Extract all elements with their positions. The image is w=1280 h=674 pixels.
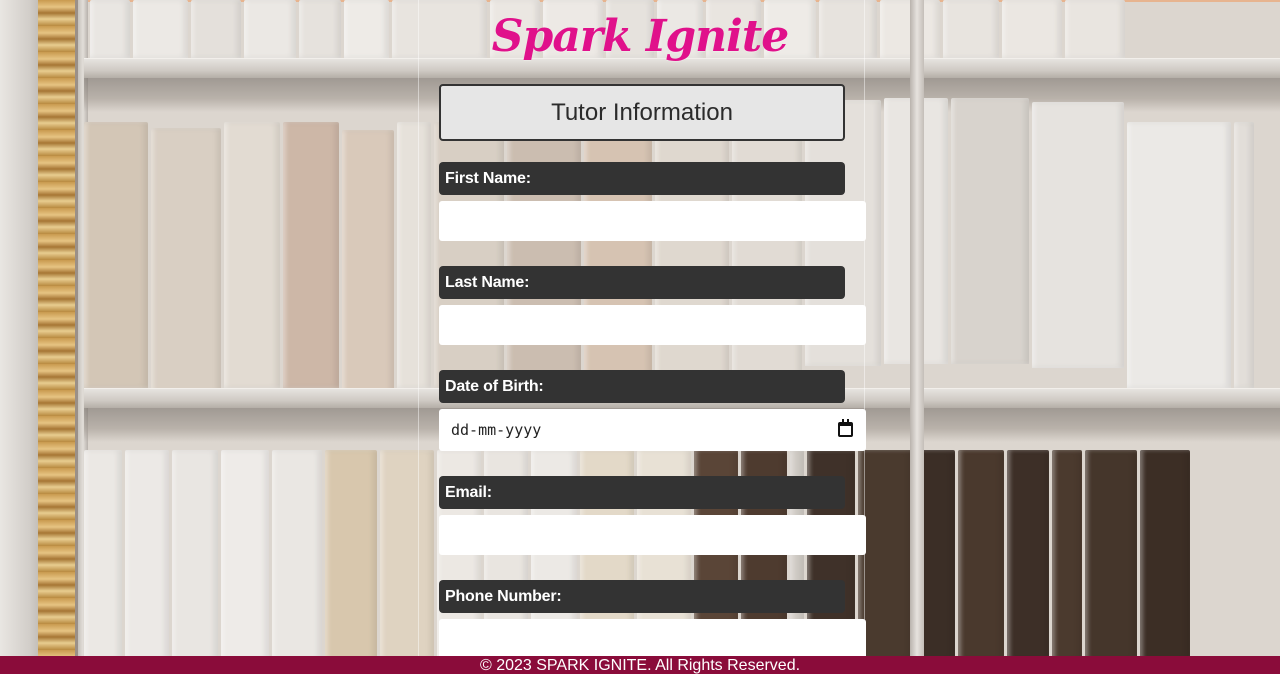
date-placeholder: dd-mm-yyyy [451, 421, 542, 439]
left-wall [0, 0, 42, 674]
first-name-label: First Name: [439, 162, 845, 195]
phone-number-label: Phone Number: [439, 580, 845, 613]
date-of-birth-input[interactable]: dd-mm-yyyy [439, 409, 866, 451]
gilded-frame [38, 0, 78, 674]
email-label: Email: [439, 476, 845, 509]
phone-number-input[interactable] [439, 619, 866, 659]
footer: © 2023 SPARK IGNITE. All Rights Reserved… [0, 656, 1280, 674]
shelf-upright [910, 0, 924, 674]
brand-logo[interactable]: Spark Ignite [0, 2, 1280, 74]
footer-copyright: © 2023 SPARK IGNITE. All Rights Reserved… [479, 657, 801, 674]
first-name-input[interactable] [439, 201, 866, 241]
form-title: Tutor Information [439, 84, 845, 141]
last-name-label: Last Name: [439, 266, 845, 299]
email-input[interactable] [439, 515, 866, 555]
date-of-birth-label: Date of Birth: [439, 370, 845, 403]
calendar-icon[interactable] [838, 419, 853, 437]
last-name-input[interactable] [439, 305, 866, 345]
